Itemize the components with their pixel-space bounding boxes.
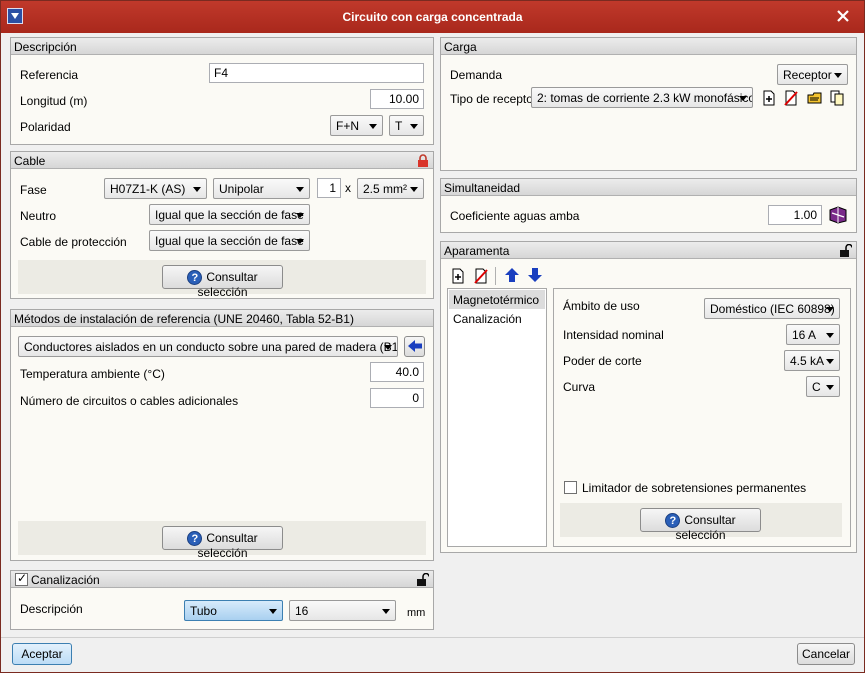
title-bar[interactable]: Circuito con carga concentrada bbox=[1, 1, 864, 33]
consultar-cable-button[interactable]: ? Consultar selección bbox=[162, 265, 283, 299]
arrow-left-icon bbox=[407, 340, 422, 352]
consultar-area: ? Consultar selección bbox=[18, 521, 426, 560]
curva-select[interactable]: C bbox=[806, 376, 840, 397]
poder-corte-label: Poder de corte bbox=[563, 354, 642, 368]
panel-header: Canalización bbox=[11, 571, 433, 588]
consultar-area: ? Consultar selección bbox=[560, 503, 842, 542]
aceptar-button[interactable]: Aceptar bbox=[12, 643, 72, 665]
referencia-label: Referencia bbox=[20, 68, 79, 82]
limitador-checkbox[interactable] bbox=[564, 481, 577, 494]
delete-icon[interactable] bbox=[783, 90, 799, 106]
longitud-input[interactable]: 10.00 bbox=[370, 89, 424, 109]
help-icon: ? bbox=[187, 531, 203, 547]
times-label: x bbox=[345, 181, 351, 195]
list-item-canalizacion[interactable]: Canalización bbox=[449, 309, 545, 328]
tipo-receptor-select[interactable]: 2: tomas de corriente 2.3 kW monofásico bbox=[531, 87, 753, 108]
polaridad-label: Polaridad bbox=[20, 120, 71, 134]
aparamenta-properties: Ámbito de uso Doméstico (IEC 60898) Inte… bbox=[553, 288, 851, 547]
metodo-browse-button[interactable] bbox=[404, 336, 425, 357]
window-title: Circuito con carga concentrada bbox=[342, 10, 523, 24]
ambito-label: Ámbito de uso bbox=[563, 299, 640, 313]
carga-panel: Carga Demanda Receptor Tipo de receptor … bbox=[440, 37, 857, 171]
fase-cable-select[interactable]: H07Z1-K (AS) bbox=[104, 178, 207, 199]
aparamenta-panel: Aparamenta Magnetotérmico Canalización Á… bbox=[440, 241, 857, 553]
panel-header: Cable bbox=[11, 152, 433, 169]
coeficiente-input[interactable]: 1.00 bbox=[768, 205, 822, 225]
metodo-select[interactable]: Conductores aislados en un conducto sobr… bbox=[18, 336, 398, 357]
help-icon: ? bbox=[665, 513, 681, 529]
descripcion-panel: Descripción Referencia F4 Longitud (m) 1… bbox=[10, 37, 434, 145]
new-icon[interactable] bbox=[450, 268, 466, 284]
delete-icon[interactable] bbox=[473, 268, 489, 284]
arrow-down-icon[interactable] bbox=[527, 267, 543, 283]
toolbar-divider bbox=[495, 267, 496, 285]
proteccion-select[interactable]: Igual que la sección de fase bbox=[149, 230, 310, 251]
help-icon: ? bbox=[187, 270, 203, 286]
unlock-icon[interactable] bbox=[417, 572, 430, 586]
fase-section-select[interactable]: 2.5 mm² bbox=[357, 178, 424, 199]
canalizacion-tipo-select[interactable]: Tubo bbox=[184, 600, 283, 621]
poder-corte-select[interactable]: 4.5 kA bbox=[784, 350, 840, 371]
longitud-label: Longitud (m) bbox=[20, 94, 88, 108]
lock-icon[interactable] bbox=[417, 154, 429, 167]
panel-header: Carga bbox=[441, 38, 856, 55]
neutro-label: Neutro bbox=[20, 209, 57, 223]
consultar-aparamenta-button[interactable]: ? Consultar selección bbox=[640, 508, 761, 542]
canalizacion-label: Canalización bbox=[31, 573, 100, 587]
temperatura-label: Temperatura ambiente (°C) bbox=[20, 367, 165, 381]
temperatura-input[interactable]: 40.0 bbox=[370, 362, 424, 382]
arrow-up-icon[interactable] bbox=[504, 267, 520, 283]
cable-panel: Cable Fase H07Z1-K (AS) Unipolar 1 x 2.5… bbox=[10, 151, 434, 299]
close-icon[interactable] bbox=[834, 7, 852, 25]
copy-icon[interactable] bbox=[829, 90, 845, 106]
canalizacion-diametro-select[interactable]: 16 bbox=[289, 600, 396, 621]
consultar-metodo-button[interactable]: ? Consultar selección bbox=[162, 526, 283, 560]
limitador-label: Limitador de sobretensiones permanentes bbox=[582, 481, 807, 495]
panel-header: Descripción bbox=[11, 38, 433, 55]
proteccion-label: Cable de protección bbox=[20, 235, 127, 249]
unlock-icon[interactable] bbox=[840, 243, 853, 257]
intensidad-select[interactable]: 16 A bbox=[786, 324, 840, 345]
panel-header: Métodos de instalación de referencia (UN… bbox=[11, 310, 433, 327]
descripcion-label: Descripción bbox=[20, 602, 83, 616]
circuitos-label: Número de circuitos o cables adicionales bbox=[20, 394, 239, 408]
demanda-label: Demanda bbox=[450, 68, 503, 82]
referencia-input[interactable]: F4 bbox=[209, 63, 424, 83]
fase-count-input[interactable]: 1 bbox=[317, 178, 341, 198]
footer-divider bbox=[1, 637, 864, 638]
demanda-select[interactable]: Receptor bbox=[777, 64, 848, 85]
circuitos-input[interactable]: 0 bbox=[370, 388, 424, 408]
new-icon[interactable] bbox=[761, 90, 777, 106]
list-item-magnetotermico[interactable]: Magnetotérmico bbox=[449, 290, 545, 309]
ambito-select[interactable]: Doméstico (IEC 60898) bbox=[704, 298, 840, 319]
panel-header: Simultaneidad bbox=[441, 179, 856, 196]
neutro-select[interactable]: Igual que la sección de fase bbox=[149, 204, 310, 225]
consultar-area: ? Consultar selección bbox=[18, 260, 426, 299]
dialog-window: Circuito con carga concentrada Descripci… bbox=[0, 0, 865, 673]
aparamenta-list[interactable]: Magnetotérmico Canalización bbox=[447, 288, 547, 547]
book-icon[interactable] bbox=[828, 206, 848, 224]
simultaneidad-panel: Simultaneidad Coeficiente aguas amba 1.0… bbox=[440, 178, 857, 233]
coeficiente-label: Coeficiente aguas amba bbox=[450, 209, 580, 223]
unit-label: mm bbox=[407, 607, 426, 619]
metodos-panel: Métodos de instalación de referencia (UN… bbox=[10, 309, 434, 561]
cancelar-button[interactable]: Cancelar bbox=[797, 643, 855, 665]
fase-config-select[interactable]: Unipolar bbox=[213, 178, 310, 199]
tierra-select[interactable]: T bbox=[389, 115, 424, 136]
polaridad-select[interactable]: F+N bbox=[330, 115, 383, 136]
intensidad-label: Intensidad nominal bbox=[563, 328, 664, 342]
curva-label: Curva bbox=[563, 380, 596, 394]
panel-header: Aparamenta bbox=[441, 242, 856, 259]
fase-label: Fase bbox=[20, 183, 47, 197]
open-folder-icon[interactable] bbox=[807, 90, 823, 106]
canalizacion-checkbox[interactable] bbox=[15, 571, 28, 586]
tipo-receptor-label: Tipo de receptor bbox=[450, 92, 537, 106]
canalizacion-panel: Canalización Descripción Tubo 16 mm bbox=[10, 570, 434, 630]
